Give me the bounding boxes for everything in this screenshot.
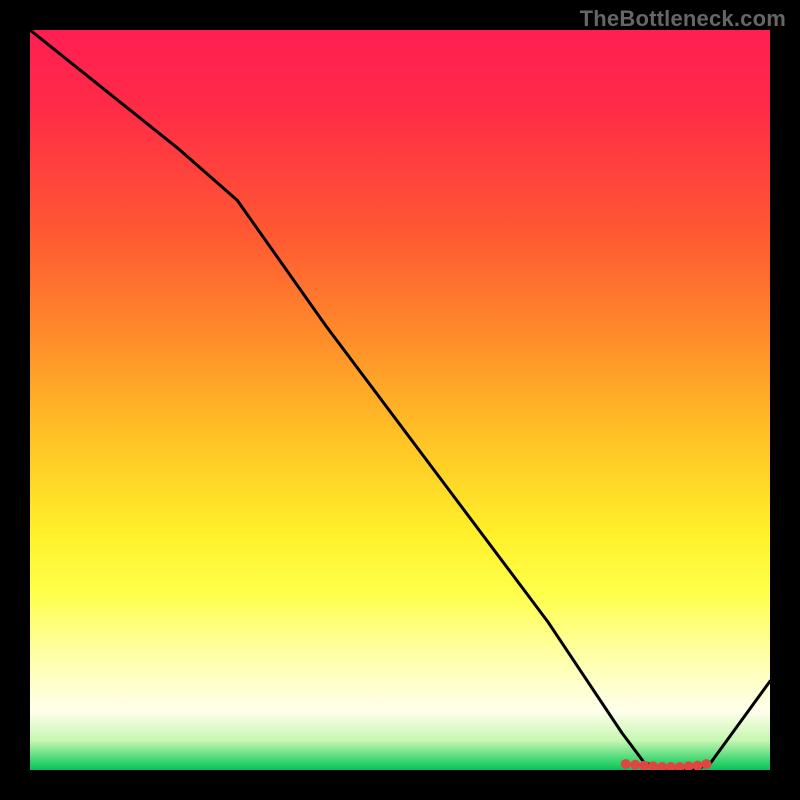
- marker-cluster: [621, 759, 712, 770]
- chart-frame: TheBottleneck.com: [0, 0, 800, 800]
- marker-dot: [693, 761, 703, 770]
- marker-dot: [648, 761, 658, 770]
- watermark-text: TheBottleneck.com: [580, 6, 786, 32]
- marker-dot: [657, 762, 667, 770]
- marker-dot: [630, 760, 640, 770]
- chart-overlay-svg: [30, 30, 770, 770]
- main-line: [30, 30, 770, 770]
- plot-area: [30, 30, 770, 770]
- marker-dot: [621, 759, 631, 769]
- marker-dot: [666, 762, 676, 770]
- marker-dot: [639, 761, 649, 770]
- marker-dot: [684, 761, 694, 770]
- marker-dot: [701, 759, 711, 769]
- marker-dot: [675, 762, 685, 770]
